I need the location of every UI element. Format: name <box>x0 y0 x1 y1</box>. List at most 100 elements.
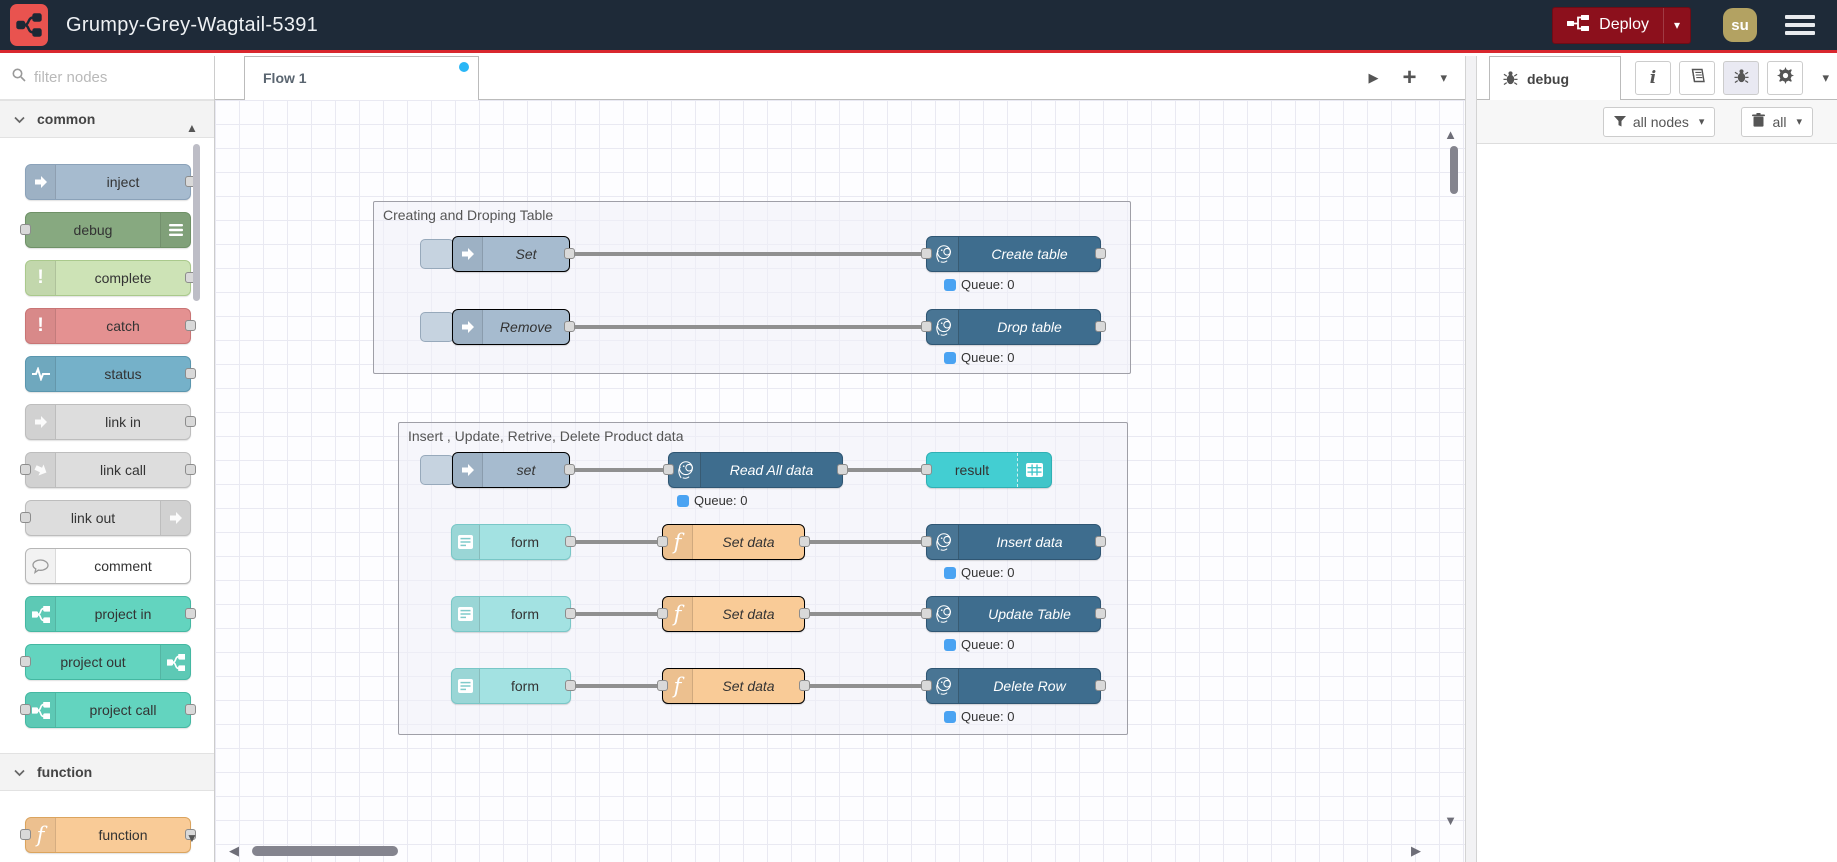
palette-category-function[interactable]: function <box>0 753 214 791</box>
flow-node-form-3[interactable]: form <box>451 668 576 704</box>
canvas-scroll-left-icon[interactable]: ◀ <box>229 844 239 857</box>
port[interactable] <box>657 680 668 691</box>
canvas-scroll-down-icon[interactable]: ▼ <box>1444 814 1457 827</box>
port[interactable] <box>564 321 575 332</box>
palette-scrollbar-thumb[interactable] <box>193 144 200 301</box>
palette-node-project-out[interactable]: project out <box>20 644 191 680</box>
palette-node-link-in[interactable]: link in <box>25 404 196 440</box>
inject-button[interactable] <box>420 312 454 342</box>
port[interactable] <box>657 536 668 547</box>
canvas-hscrollbar-thumb[interactable] <box>252 846 398 856</box>
deploy-button[interactable]: Deploy ▾ <box>1552 6 1691 44</box>
palette-category-common[interactable]: common <box>0 100 214 138</box>
debug-filter-button[interactable]: all nodes ▾ <box>1602 106 1716 137</box>
tab-flow-1[interactable]: Flow 1 <box>244 56 479 100</box>
port[interactable] <box>799 608 810 619</box>
palette-node-debug[interactable]: debug <box>20 212 191 248</box>
add-flow-button[interactable]: + <box>1402 66 1416 90</box>
tab-debug[interactable]: debug <box>1489 56 1621 100</box>
palette-node-link-call[interactable]: link call <box>20 452 196 488</box>
port[interactable] <box>20 224 31 235</box>
port[interactable] <box>20 464 31 475</box>
port[interactable] <box>185 368 196 379</box>
port[interactable] <box>565 680 576 691</box>
flow-node-drop-table[interactable]: Drop table <box>921 309 1106 345</box>
port[interactable] <box>1095 536 1106 547</box>
port[interactable] <box>20 829 31 840</box>
port[interactable] <box>185 416 196 427</box>
port[interactable] <box>564 248 575 259</box>
port[interactable] <box>799 536 810 547</box>
flow-node-result[interactable]: result <box>921 452 1052 488</box>
flow-node-form-2[interactable]: form <box>451 596 576 632</box>
flow-node-remove-inject[interactable]: Remove <box>452 309 575 345</box>
group-creating-dropping-table[interactable]: Creating and Droping Table <box>373 201 1131 374</box>
filter-nodes-input[interactable] <box>34 69 184 86</box>
wire[interactable] <box>805 612 931 616</box>
port[interactable] <box>564 464 575 475</box>
palette-node-function[interactable]: f function <box>20 817 196 853</box>
flow-node-set-data-3[interactable]: f Set data <box>657 668 810 704</box>
debug-tab-button[interactable] <box>1723 61 1759 95</box>
palette-node-inject[interactable]: inject <box>25 164 196 200</box>
flow-node-read-all-data[interactable]: Read All data <box>663 452 848 488</box>
flow-list-chevron-icon[interactable]: ▾ <box>1440 70 1447 86</box>
port[interactable] <box>1095 248 1106 259</box>
port[interactable] <box>20 512 31 523</box>
palette-scroll-down-icon[interactable]: ▼ <box>186 832 198 844</box>
sidebar-menu-chevron-icon[interactable]: ▾ <box>1822 70 1829 86</box>
deploy-options-chevron-icon[interactable]: ▾ <box>1662 7 1690 43</box>
help-tab-button[interactable] <box>1679 61 1715 95</box>
flow-node-set-inject-2[interactable]: set <box>452 452 575 488</box>
port[interactable] <box>921 464 932 475</box>
canvas-scroll-right-icon[interactable]: ▶ <box>1411 844 1421 857</box>
info-tab-button[interactable]: i <box>1635 61 1671 95</box>
palette-node-comment[interactable]: comment <box>25 548 191 584</box>
wire[interactable] <box>570 468 668 472</box>
port[interactable] <box>799 680 810 691</box>
port[interactable] <box>1095 608 1106 619</box>
port[interactable] <box>185 464 196 475</box>
inject-button[interactable] <box>420 239 454 269</box>
flow-node-set-data-1[interactable]: f Set data <box>657 524 810 560</box>
port[interactable] <box>921 680 932 691</box>
wire[interactable] <box>571 612 662 616</box>
wire[interactable] <box>570 252 931 256</box>
wire[interactable] <box>805 684 931 688</box>
port[interactable] <box>921 321 932 332</box>
sidebar-resize-handle[interactable] <box>1465 56 1477 862</box>
main-menu-button[interactable] <box>1785 15 1815 35</box>
palette-node-status[interactable]: status <box>25 356 196 392</box>
flow-node-form-1[interactable]: form <box>451 524 576 560</box>
flow-node-set-data-2[interactable]: f Set data <box>657 596 810 632</box>
palette-node-project-in[interactable]: project in <box>25 596 196 632</box>
palette-scroll-up-icon[interactable]: ▲ <box>186 122 198 134</box>
canvas-vscrollbar-thumb[interactable] <box>1450 146 1458 194</box>
port[interactable] <box>185 320 196 331</box>
flow-node-update-table[interactable]: Update Table <box>921 596 1106 632</box>
tab-scroll-right-icon[interactable]: ▶ <box>1368 70 1378 86</box>
palette-node-link-out[interactable]: link out <box>20 500 191 536</box>
port[interactable] <box>921 248 932 259</box>
port[interactable] <box>185 608 196 619</box>
wire[interactable] <box>571 540 662 544</box>
wire[interactable] <box>843 468 931 472</box>
inject-button[interactable] <box>420 455 454 485</box>
config-tab-button[interactable] <box>1767 61 1803 95</box>
flow-node-create-table[interactable]: Create table <box>921 236 1106 272</box>
port[interactable] <box>1095 321 1106 332</box>
flow-node-set-inject[interactable]: Set <box>452 236 575 272</box>
port[interactable] <box>663 464 674 475</box>
user-avatar[interactable]: su <box>1723 8 1757 42</box>
wire[interactable] <box>570 325 931 329</box>
flow-canvas[interactable]: Creating and Droping Table Set Create ta… <box>215 100 1465 862</box>
port[interactable] <box>565 536 576 547</box>
debug-messages-panel[interactable] <box>1477 144 1837 862</box>
port[interactable] <box>921 536 932 547</box>
port[interactable] <box>565 608 576 619</box>
port[interactable] <box>657 608 668 619</box>
palette-node-project-call[interactable]: project call <box>20 692 196 728</box>
port[interactable] <box>185 704 196 715</box>
port[interactable] <box>837 464 848 475</box>
port[interactable] <box>20 704 31 715</box>
